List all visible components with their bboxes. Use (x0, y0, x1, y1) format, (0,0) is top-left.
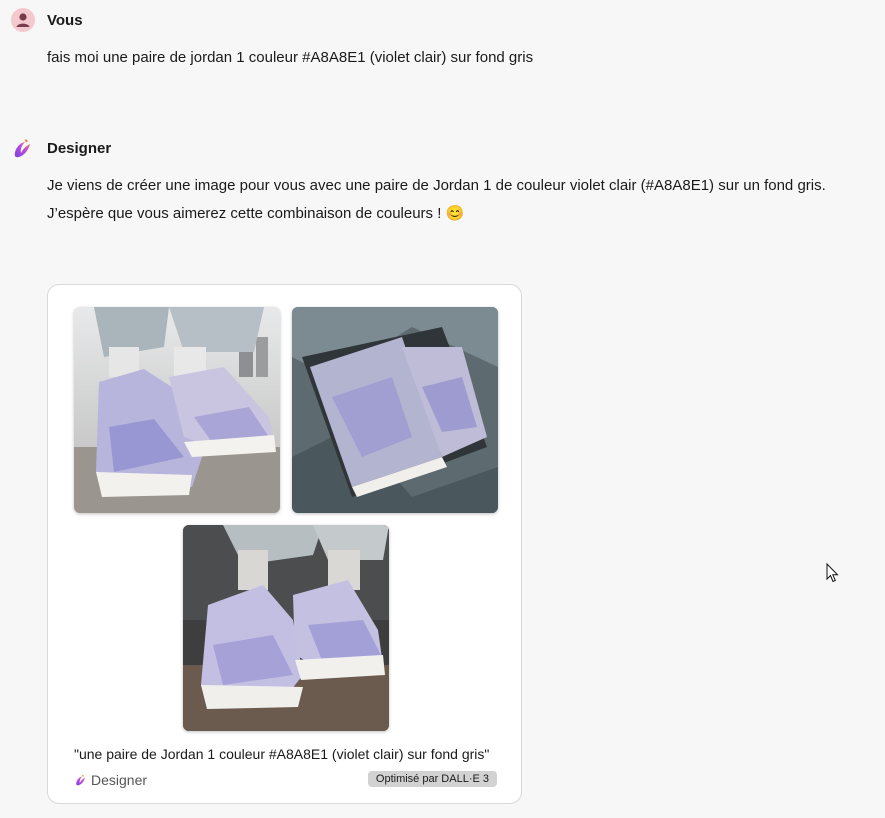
image-result-card: "une paire de Jordan 1 couleur #A8A8E1 (… (47, 284, 522, 804)
user-message-text: fais moi une paire de jordan 1 couleur #… (47, 49, 534, 66)
generated-image-1[interactable] (74, 307, 280, 513)
designer-brand-label: Designer (91, 772, 148, 788)
image-caption: "une paire de Jordan 1 couleur #A8A8E1 (… (74, 746, 490, 762)
bot-message-header: Designer (11, 136, 111, 160)
dalle-badge: Optimisé par DALL·E 3 (367, 771, 497, 787)
user-author-name: Vous (47, 11, 83, 29)
designer-logo-icon (11, 136, 35, 160)
mouse-cursor-icon (826, 562, 840, 588)
bot-text-line-2: J’espère que vous aimerez cette combinai… (47, 200, 826, 228)
user-message-header: Vous (11, 8, 83, 32)
bot-author-name: Designer (47, 139, 112, 157)
bot-message-text: Je viens de créer une image pour vous av… (47, 172, 826, 228)
bot-text-line-1: Je viens de créer une image pour vous av… (47, 177, 826, 194)
designer-brand[interactable]: Designer (74, 772, 147, 788)
generated-image-3[interactable] (183, 525, 389, 731)
designer-small-logo-icon (74, 773, 88, 787)
user-avatar-icon (11, 8, 35, 32)
generated-image-2[interactable] (292, 307, 498, 513)
bot-text-line-2-content: J’espère que vous aimerez cette combinai… (47, 205, 442, 222)
smiley-emoji-icon: 😊 (445, 205, 465, 222)
